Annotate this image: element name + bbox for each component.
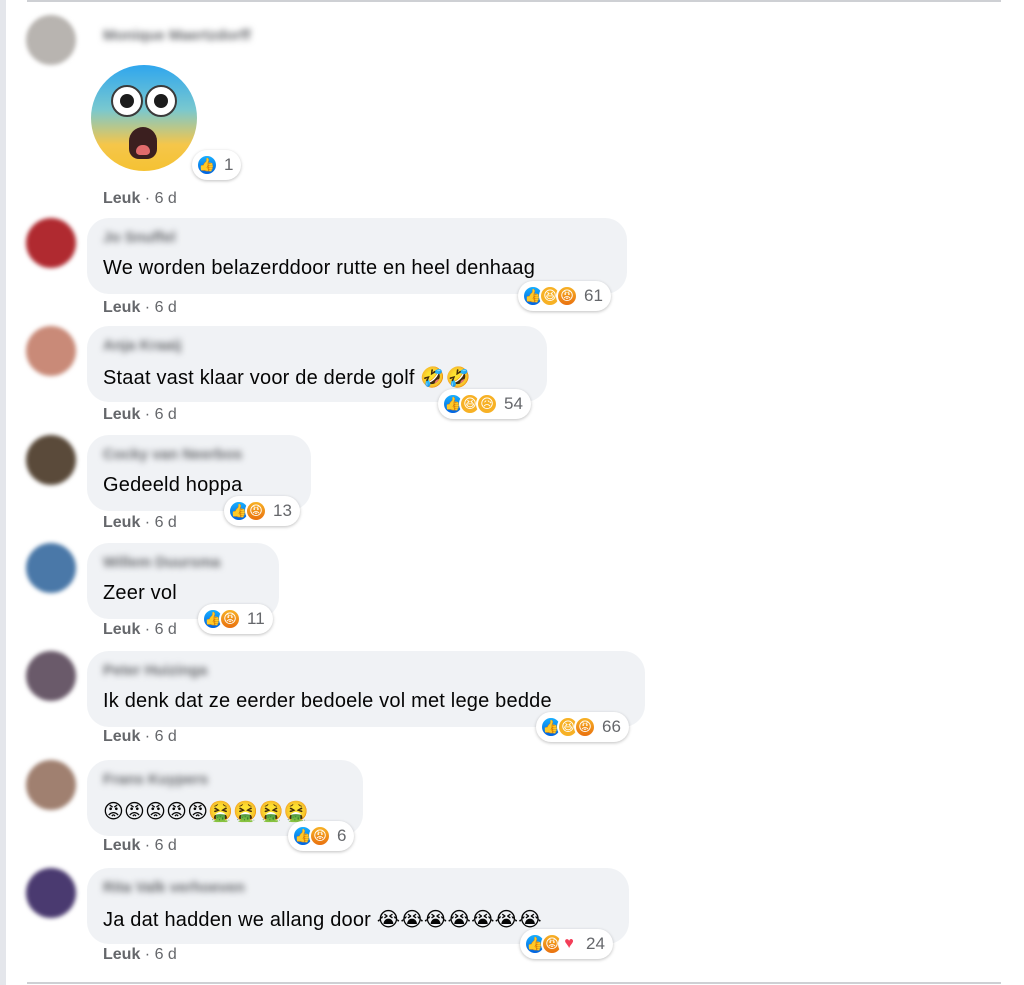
reactions-summary[interactable]: 👍 😆 😡 61	[518, 281, 611, 311]
comment-author[interactable]: Anja Kraaij	[103, 337, 181, 354]
comment-time[interactable]: 6 d	[155, 299, 177, 316]
comment-text: Zeer vol	[103, 582, 177, 604]
reactions-summary[interactable]: 👍 😆 😥 54	[438, 389, 531, 419]
angry-reaction-icon: 😡	[245, 500, 267, 522]
avatar[interactable]	[26, 218, 76, 268]
comment-author[interactable]: Willem Duursma	[103, 554, 220, 571]
comment-time[interactable]: 6 d	[155, 406, 177, 423]
love-reaction-icon: ♥	[558, 933, 580, 955]
meta-separator: ·	[144, 514, 155, 531]
like-link[interactable]: Leuk	[103, 190, 140, 207]
meta-separator: ·	[144, 621, 155, 638]
comment-time[interactable]: 6 d	[155, 728, 177, 745]
angry-and-vomiting-emojis: 😡😡😡😡😡🤮🤮🤮🤮	[103, 801, 309, 823]
avatar[interactable]	[26, 651, 76, 701]
comment-author[interactable]: Frans Kuypers	[103, 771, 208, 788]
bottom-divider	[27, 982, 1001, 984]
comment-meta: Leuk · 6 d	[103, 406, 177, 424]
comment-author[interactable]: Jo Snuffel	[103, 229, 176, 246]
fearful-face-sticker	[91, 65, 197, 171]
comment-time[interactable]: 6 d	[155, 190, 177, 207]
comment-meta: Leuk · 6 d	[103, 514, 177, 532]
comment-item: Monique Maertzdorff 👍 1 Leuk · 6 d	[26, 15, 1006, 215]
comment-text-line: Staat vast klaar voor de derde golf 🤣🤣	[103, 365, 471, 390]
reaction-count: 1	[224, 155, 234, 174]
like-link[interactable]: Leuk	[103, 728, 140, 745]
avatar[interactable]	[26, 435, 76, 485]
sad-reaction-icon: 😥	[476, 393, 498, 415]
comment-time[interactable]: 6 d	[155, 621, 177, 638]
comment-meta: Leuk · 6 d	[103, 621, 177, 639]
angry-reaction-icon: 😡	[574, 716, 596, 738]
reactions-summary[interactable]: 👍 😡 6	[288, 821, 355, 851]
avatar[interactable]	[26, 326, 76, 376]
reaction-count: 66	[602, 717, 621, 736]
reactions-summary[interactable]: 👍 😡 ♥ 24	[520, 929, 613, 959]
comment-text: Gedeeld hoppa	[103, 474, 243, 496]
like-link[interactable]: Leuk	[103, 621, 140, 638]
comment-text: Ja dat hadden we allang door	[103, 909, 372, 931]
reaction-count: 24	[586, 934, 605, 953]
angry-reaction-icon: 😡	[309, 825, 331, 847]
reaction-count: 54	[504, 394, 523, 413]
avatar[interactable]	[26, 868, 76, 918]
comment-meta: Leuk · 6 d	[103, 728, 177, 746]
crying-emojis: 😭😭😭😭😭😭😭	[376, 909, 542, 931]
reactions-summary[interactable]: 👍 😆 😡 66	[536, 712, 629, 742]
comment-text-line: Ja dat hadden we allang door 😭😭😭😭😭😭😭	[103, 907, 542, 932]
comment-meta: Leuk · 6 d	[103, 837, 177, 855]
comment-meta: Leuk · 6 d	[103, 299, 177, 317]
like-link[interactable]: Leuk	[103, 406, 140, 423]
meta-separator: ·	[144, 406, 155, 423]
comment-item: Jo Snuffel We worden belazerddoor rutte …	[26, 218, 1006, 318]
comment-item: Rita Valk verhoeven Ja dat hadden we all…	[26, 868, 1006, 968]
meta-separator: ·	[144, 190, 155, 207]
comment-author[interactable]: Rita Valk verhoeven	[103, 879, 245, 896]
comment-time[interactable]: 6 d	[155, 946, 177, 963]
reactions-summary[interactable]: 👍 1	[192, 150, 242, 180]
meta-separator: ·	[144, 728, 155, 745]
rolling-laughing-emoji: 🤣🤣	[420, 367, 471, 389]
comment-text: Staat vast klaar voor de derde golf	[103, 367, 415, 389]
comment-item: Anja Kraaij Staat vast klaar voor de der…	[26, 326, 1006, 426]
meta-separator: ·	[144, 299, 155, 316]
comment-item: Cocky van Neerbos Gedeeld hoppa 👍 😡 13 L…	[26, 435, 1006, 535]
avatar[interactable]	[26, 760, 76, 810]
comment-author[interactable]: Cocky van Neerbos	[103, 446, 242, 463]
comment-text: Ik denk dat ze eerder bedoele vol met le…	[103, 690, 552, 712]
avatar[interactable]	[26, 543, 76, 593]
comment-item: Frans Kuypers 😡😡😡😡😡🤮🤮🤮🤮 👍 😡 6 Leuk · 6 d	[26, 760, 1006, 860]
avatar[interactable]	[26, 15, 76, 65]
comment-author[interactable]: Monique Maertzdorff	[103, 27, 251, 44]
meta-separator: ·	[144, 837, 155, 854]
eye-shape	[145, 85, 177, 117]
comment-author[interactable]: Peter Huizinga	[103, 662, 207, 679]
comment-text: We worden belazerddoor rutte en heel den…	[103, 257, 536, 279]
angry-reaction-icon: 😡	[219, 608, 241, 630]
reaction-count: 11	[247, 609, 265, 628]
reaction-count: 61	[584, 286, 603, 305]
comment-item: Peter Huizinga Ik denk dat ze eerder bed…	[26, 651, 1006, 751]
meta-separator: ·	[144, 946, 155, 963]
reaction-count: 6	[337, 826, 347, 845]
comment-time[interactable]: 6 d	[155, 837, 177, 854]
eye-shape	[111, 85, 143, 117]
left-frame-border	[0, 0, 6, 985]
top-divider	[27, 0, 1001, 2]
like-link[interactable]: Leuk	[103, 299, 140, 316]
reaction-count: 13	[273, 501, 292, 520]
like-link[interactable]: Leuk	[103, 837, 140, 854]
like-link[interactable]: Leuk	[103, 946, 140, 963]
angry-reaction-icon: 😡	[556, 285, 578, 307]
comment-text-line: 😡😡😡😡😡🤮🤮🤮🤮	[103, 799, 309, 824]
mouth-shape	[129, 127, 157, 159]
comment-meta: Leuk · 6 d	[103, 190, 177, 208]
comment-time[interactable]: 6 d	[155, 514, 177, 531]
comment-item: Willem Duursma Zeer vol 👍 😡 11 Leuk · 6 …	[26, 543, 1006, 643]
like-reaction-icon: 👍	[196, 154, 218, 176]
comment-meta: Leuk · 6 d	[103, 946, 177, 964]
reactions-summary[interactable]: 👍 😡 11	[198, 604, 273, 634]
reactions-summary[interactable]: 👍 😡 13	[224, 496, 300, 526]
like-link[interactable]: Leuk	[103, 514, 140, 531]
